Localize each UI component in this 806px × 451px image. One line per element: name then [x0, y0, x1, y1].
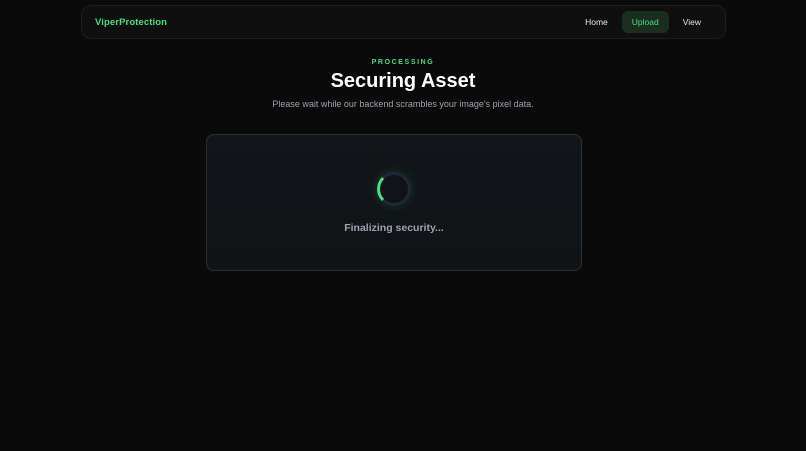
nav-upload-link[interactable]: Upload — [621, 11, 669, 33]
top-navbar: ViperProtection Home Upload View — [81, 5, 726, 39]
brand-logo[interactable]: ViperProtection — [95, 17, 167, 28]
page-subtitle: Please wait while our backend scrambles … — [272, 99, 534, 109]
nav-home-link[interactable]: Home — [575, 11, 618, 33]
page: ViperProtection Home Upload View PROCESS… — [0, 0, 806, 451]
processing-status: Finalizing security... — [344, 222, 444, 234]
nav-links: Home Upload View — [575, 11, 711, 33]
loading-spinner-icon — [377, 172, 411, 206]
processing-card: Finalizing security... — [206, 134, 582, 271]
page-title: Securing Asset — [330, 70, 476, 92]
nav-view-link[interactable]: View — [673, 11, 711, 33]
section-eyebrow: PROCESSING — [371, 59, 435, 66]
